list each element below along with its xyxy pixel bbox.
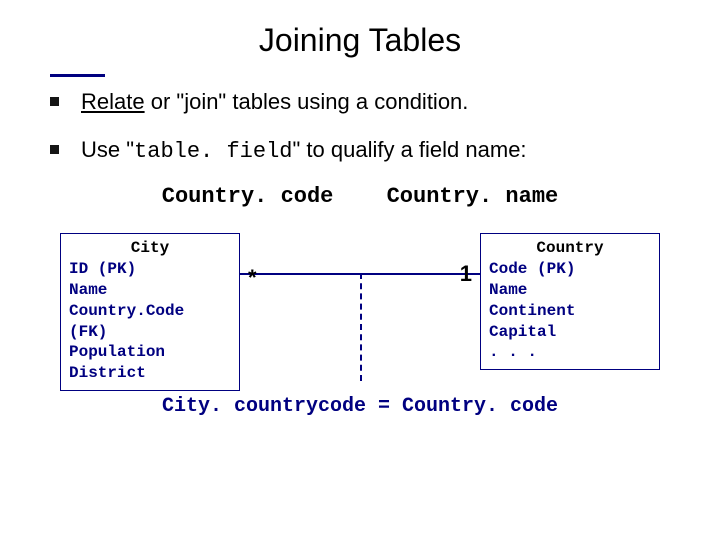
example-2: Country. name (387, 184, 559, 209)
entity-country: Country Code (PK) Name Continent Capital… (480, 233, 660, 370)
bullet-list: Relate or "join" tables using a conditio… (50, 87, 670, 166)
entity-country-name: Country (489, 234, 651, 259)
dashed-connector (360, 273, 362, 381)
field: Population (69, 342, 231, 363)
cardinality-many: * (248, 265, 257, 291)
entity-city: City ID (PK) Name Country.Code (FK) Popu… (60, 233, 240, 391)
entity-city-fields: ID (PK) Name Country.Code (FK) Populatio… (69, 259, 231, 384)
field: Capital (489, 322, 651, 343)
bullet-2: Use "table. field" to qualify a field na… (50, 135, 670, 167)
cardinality-one: 1 (460, 261, 472, 287)
bullet-1-keyword: Relate (81, 89, 145, 114)
title-accent (50, 74, 105, 77)
example-1: Country. code (162, 184, 334, 209)
field: Country.Code (FK) (69, 301, 231, 343)
field: Name (69, 280, 231, 301)
square-bullet-icon (50, 145, 59, 154)
bullet-2-pre: Use " (81, 137, 134, 162)
page-title: Joining Tables (0, 0, 720, 59)
field: Name (489, 280, 651, 301)
entity-city-name: City (69, 234, 231, 259)
field: Continent (489, 301, 651, 322)
bullet-2-post: " to qualify a field name: (292, 137, 526, 162)
join-condition: City. countrycode = Country. code (0, 395, 720, 418)
qualified-examples: Country. code Country. name (0, 184, 720, 209)
field: District (69, 363, 231, 384)
er-diagram: City ID (PK) Name Country.Code (FK) Popu… (60, 233, 660, 393)
field: Code (PK) (489, 259, 651, 280)
entity-country-fields: Code (PK) Name Continent Capital . . . (489, 259, 651, 363)
square-bullet-icon (50, 97, 59, 106)
bullet-1-text: or "join" tables using a condition. (145, 89, 469, 114)
field: ID (PK) (69, 259, 231, 280)
bullet-1: Relate or "join" tables using a conditio… (50, 87, 670, 117)
bullet-2-code: table. field (134, 139, 292, 164)
field: . . . (489, 342, 651, 363)
